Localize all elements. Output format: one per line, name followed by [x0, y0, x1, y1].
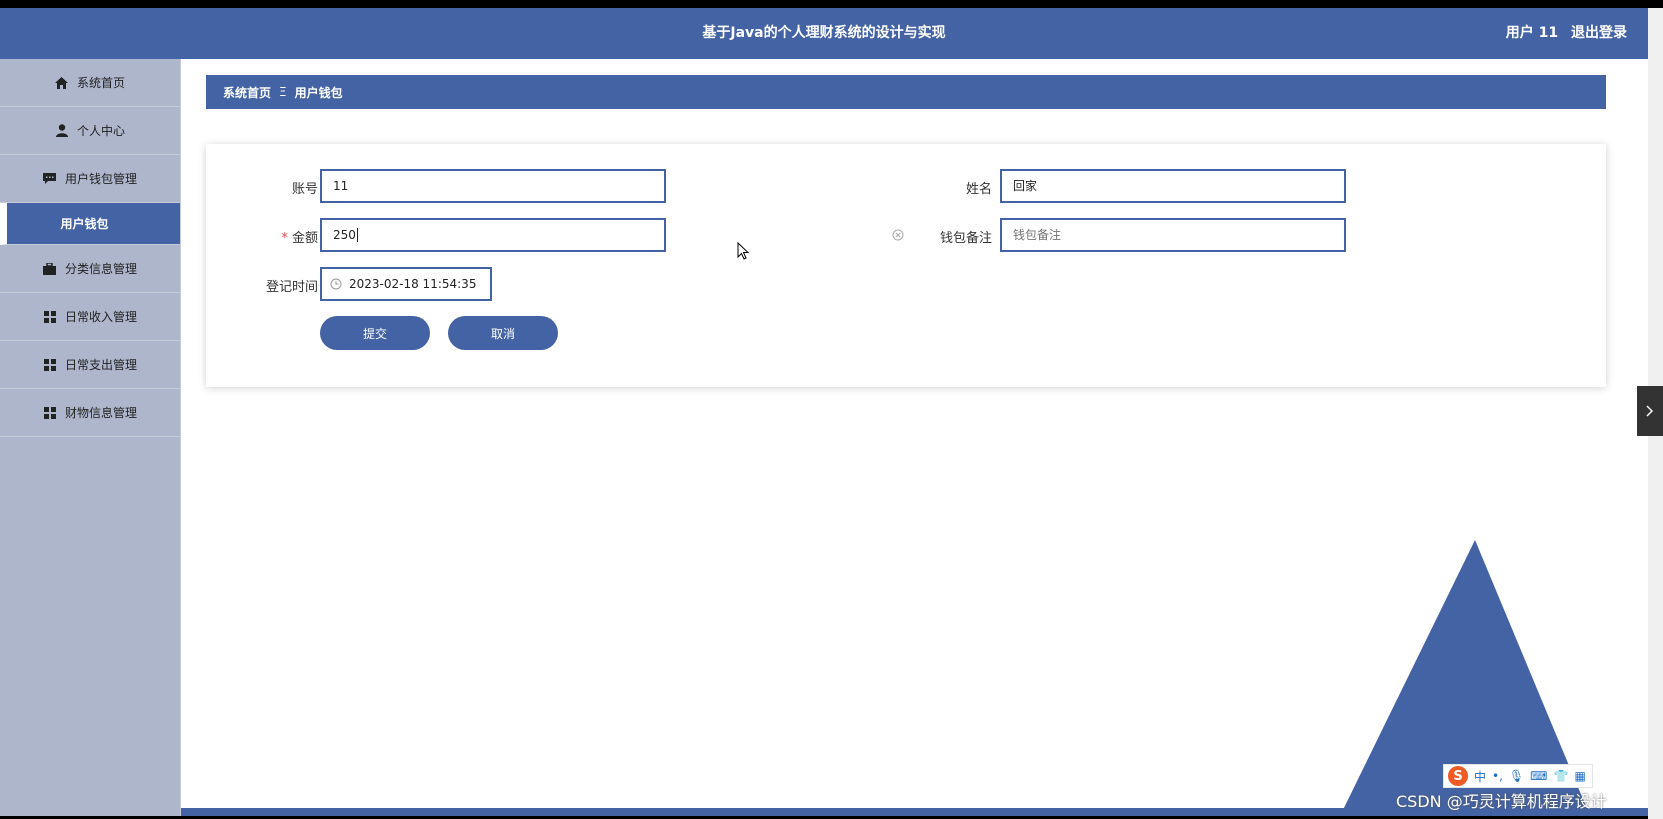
account-input[interactable]: 11 [320, 169, 666, 203]
app-title: 基于Java的个人理财系统的设计与实现 [702, 25, 946, 41]
sidebar-item-label: 日常支出管理 [64, 358, 137, 372]
breadcrumb-separator: Ξ [279, 85, 287, 99]
wallet-form: 账号 11 姓名 回家 *金额 250 钱包备注 登记时间 2023-02-18… [206, 144, 1606, 387]
breadcrumb: 系统首页 Ξ 用户钱包 [206, 75, 1606, 109]
top-header: 基于Java的个人理财系统的设计与实现 用户 11 退出登录 [0, 8, 1648, 59]
sidebar-item-category[interactable]: 分类信息管理 [0, 245, 180, 293]
amount-value: 250 [333, 228, 356, 242]
sidebar-item-label: 日常收入管理 [64, 310, 137, 324]
name-label: 姓名 [965, 182, 992, 197]
amount-input[interactable]: 250 [320, 218, 666, 252]
ime-toolbar[interactable]: S 中 •, 🎙 ⌨ 👕 ▦ [1443, 764, 1593, 788]
name-input[interactable]: 回家 [1000, 169, 1346, 203]
sidebar-item-income[interactable]: 日常收入管理 [0, 293, 180, 341]
sidebar-item-label: 用户钱包 [60, 217, 109, 231]
sidebar-item-profile[interactable]: 个人中心 [0, 107, 180, 155]
user-area: 用户 11 退出登录 [1498, 8, 1627, 59]
punctuation-icon[interactable]: •, [1492, 769, 1503, 783]
cancel-button[interactable]: 取消 [448, 316, 558, 350]
sidebar-item-label: 分类信息管理 [64, 262, 137, 276]
sidebar-item-user-wallet[interactable]: 用户钱包 [0, 203, 180, 245]
chevron-right-icon [1646, 405, 1654, 417]
grid-icon [43, 358, 57, 372]
apps-icon[interactable]: ▦ [1574, 769, 1585, 783]
breadcrumb-current: 用户钱包 [294, 85, 343, 100]
sidebar-item-label: 个人中心 [76, 124, 125, 138]
sidebar: 系统首页 个人中心 用户钱包管理 用户钱包 分类信息管理 日常收入管理 日常支出… [0, 59, 181, 816]
sidebar-item-label: 系统首页 [76, 76, 125, 90]
time-input[interactable]: 2023-02-18 11:54:35 [320, 267, 492, 301]
amount-label: * 金额 [218, 227, 318, 246]
keyboard-icon[interactable]: ⌨ [1530, 769, 1547, 783]
sogou-logo-icon: S [1448, 766, 1468, 786]
briefcase-icon [43, 262, 57, 276]
logout-link[interactable]: 退出登录 [1571, 25, 1627, 41]
chat-icon [43, 172, 57, 186]
microphone-icon[interactable]: 🎙 [1509, 769, 1524, 783]
ime-mode[interactable]: 中 [1474, 768, 1486, 785]
app-frame: 基于Java的个人理财系统的设计与实现 用户 11 退出登录 系统首页 个人中心… [0, 8, 1648, 816]
amount-label-text: 金额 [291, 231, 318, 246]
sidebar-item-wallet-management[interactable]: 用户钱包管理 [0, 155, 180, 203]
sidebar-item-label: 用户钱包管理 [64, 172, 137, 186]
user-name[interactable]: 用户 11 [1506, 25, 1558, 41]
sidebar-item-home[interactable]: 系统首页 [0, 59, 180, 107]
account-label: 账号 [291, 182, 318, 197]
watermark: CSDN @巧灵计算机程序设计 [1396, 792, 1607, 811]
side-expand-handle[interactable] [1637, 386, 1663, 436]
breadcrumb-home[interactable]: 系统首页 [223, 84, 271, 101]
sidebar-item-property[interactable]: 财物信息管理 [0, 389, 180, 437]
submit-button[interactable]: 提交 [320, 316, 430, 350]
grid-icon [43, 406, 57, 420]
grid-icon [43, 310, 57, 324]
note-label: 钱包备注 [939, 231, 992, 246]
note-input[interactable] [1000, 218, 1346, 252]
person-icon [55, 124, 69, 138]
sidebar-item-label: 财物信息管理 [64, 406, 137, 420]
clock-icon [330, 278, 342, 290]
home-icon [55, 76, 69, 90]
sidebar-item-expense[interactable]: 日常支出管理 [0, 341, 180, 389]
mouse-cursor-icon [737, 242, 749, 260]
time-label: 登记时间 [265, 280, 318, 295]
skin-icon[interactable]: 👕 [1553, 769, 1568, 783]
required-mark: * [281, 231, 288, 246]
